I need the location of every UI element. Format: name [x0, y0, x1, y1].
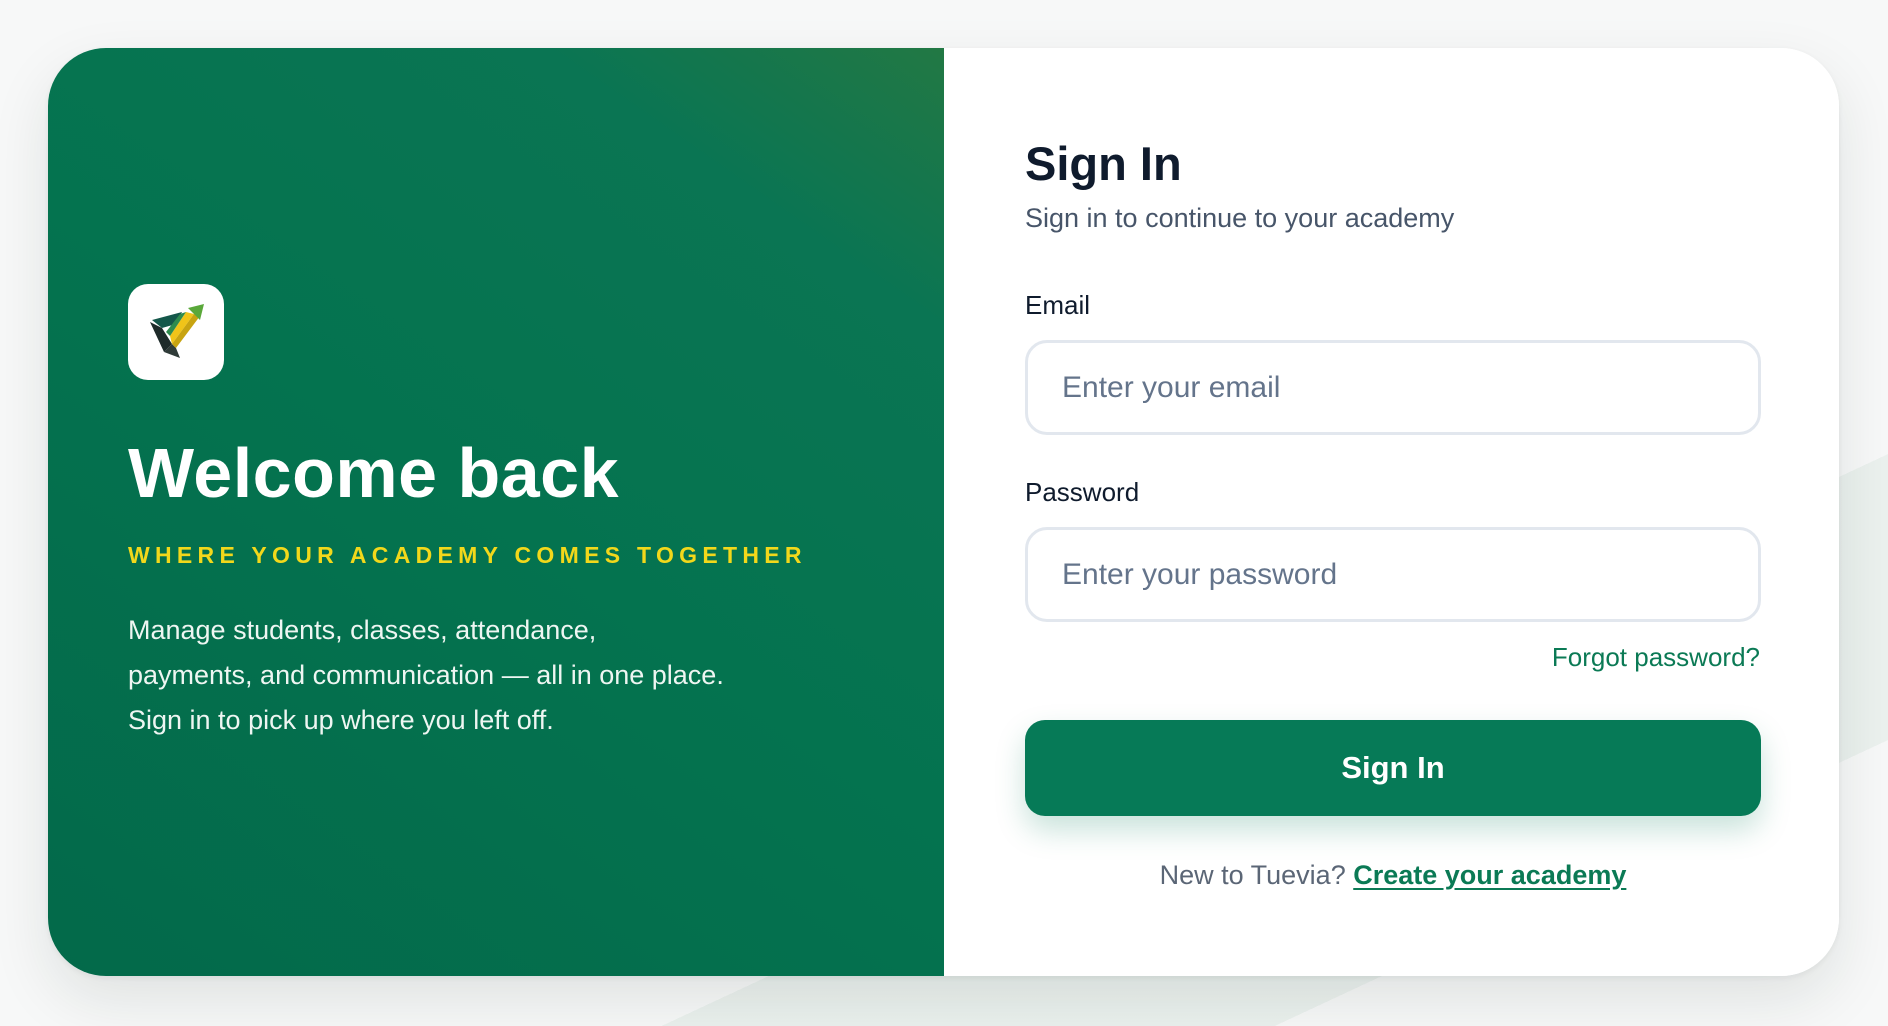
form-subtitle: Sign in to continue to your academy: [1025, 203, 1455, 233]
tuevia-logo-icon: [150, 304, 204, 358]
description-line: Manage students, classes, attendance,: [128, 615, 597, 645]
page-background: Welcome back WHERE YOUR ACADEMY COMES TO…: [0, 0, 1888, 1026]
signup-prompt-text: New to Tuevia?: [1159, 860, 1346, 890]
email-label: Email: [1025, 290, 1091, 320]
logo: [128, 284, 224, 380]
welcome-title: Welcome back: [128, 434, 620, 512]
create-academy-link[interactable]: Create your academy: [1353, 860, 1626, 890]
sign-in-button[interactable]: Sign In: [1025, 720, 1761, 816]
description-line: payments, and communication — all in one…: [128, 660, 724, 690]
tagline: WHERE YOUR ACADEMY COMES TOGETHER: [128, 542, 807, 568]
form-title: Sign In: [1025, 137, 1182, 190]
welcome-description: Manage students, classes, attendance, pa…: [128, 608, 848, 743]
signin-form-panel: Sign In Sign in to continue to your acad…: [944, 48, 1839, 976]
signup-prompt-row: New to Tuevia? Create your academy: [1025, 860, 1761, 891]
password-field[interactable]: [1025, 527, 1761, 622]
forgot-password-link[interactable]: Forgot password?: [1552, 642, 1760, 673]
password-label: Password: [1025, 477, 1140, 507]
description-line: Sign in to pick up where you left off.: [128, 705, 554, 735]
email-field[interactable]: [1025, 340, 1761, 435]
signin-card: Welcome back WHERE YOUR ACADEMY COMES TO…: [48, 48, 1839, 976]
welcome-panel: Welcome back WHERE YOUR ACADEMY COMES TO…: [48, 48, 944, 976]
